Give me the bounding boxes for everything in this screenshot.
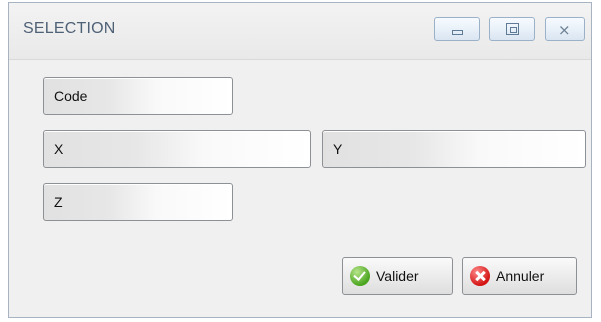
title-bar[interactable]: SELECTION ⨯ — [9, 3, 591, 60]
annuler-button[interactable]: Annuler — [462, 257, 577, 295]
valider-button[interactable]: Valider — [342, 257, 453, 295]
close-icon: ⨯ — [558, 21, 571, 39]
minimize-button[interactable] — [434, 17, 480, 41]
minimize-icon — [452, 30, 463, 35]
cancel-circle-icon — [470, 266, 490, 286]
z-field-label: Z — [54, 194, 63, 210]
close-button[interactable]: ⨯ — [545, 17, 585, 41]
valider-button-label: Valider — [376, 268, 419, 284]
x-field[interactable]: X — [43, 130, 311, 168]
code-field[interactable]: Code — [43, 77, 233, 115]
annuler-button-label: Annuler — [496, 268, 545, 284]
selection-dialog: SELECTION ⨯ Code X Y Z Valider Annuler — [8, 2, 592, 318]
y-field-label: Y — [333, 141, 343, 157]
maximize-button[interactable] — [489, 17, 535, 41]
check-circle-icon — [350, 266, 370, 286]
maximize-icon — [506, 23, 519, 35]
z-field[interactable]: Z — [43, 183, 233, 221]
x-field-label: X — [54, 141, 64, 157]
code-field-label: Code — [54, 88, 88, 104]
window-title: SELECTION — [23, 20, 116, 37]
y-field[interactable]: Y — [322, 130, 586, 168]
